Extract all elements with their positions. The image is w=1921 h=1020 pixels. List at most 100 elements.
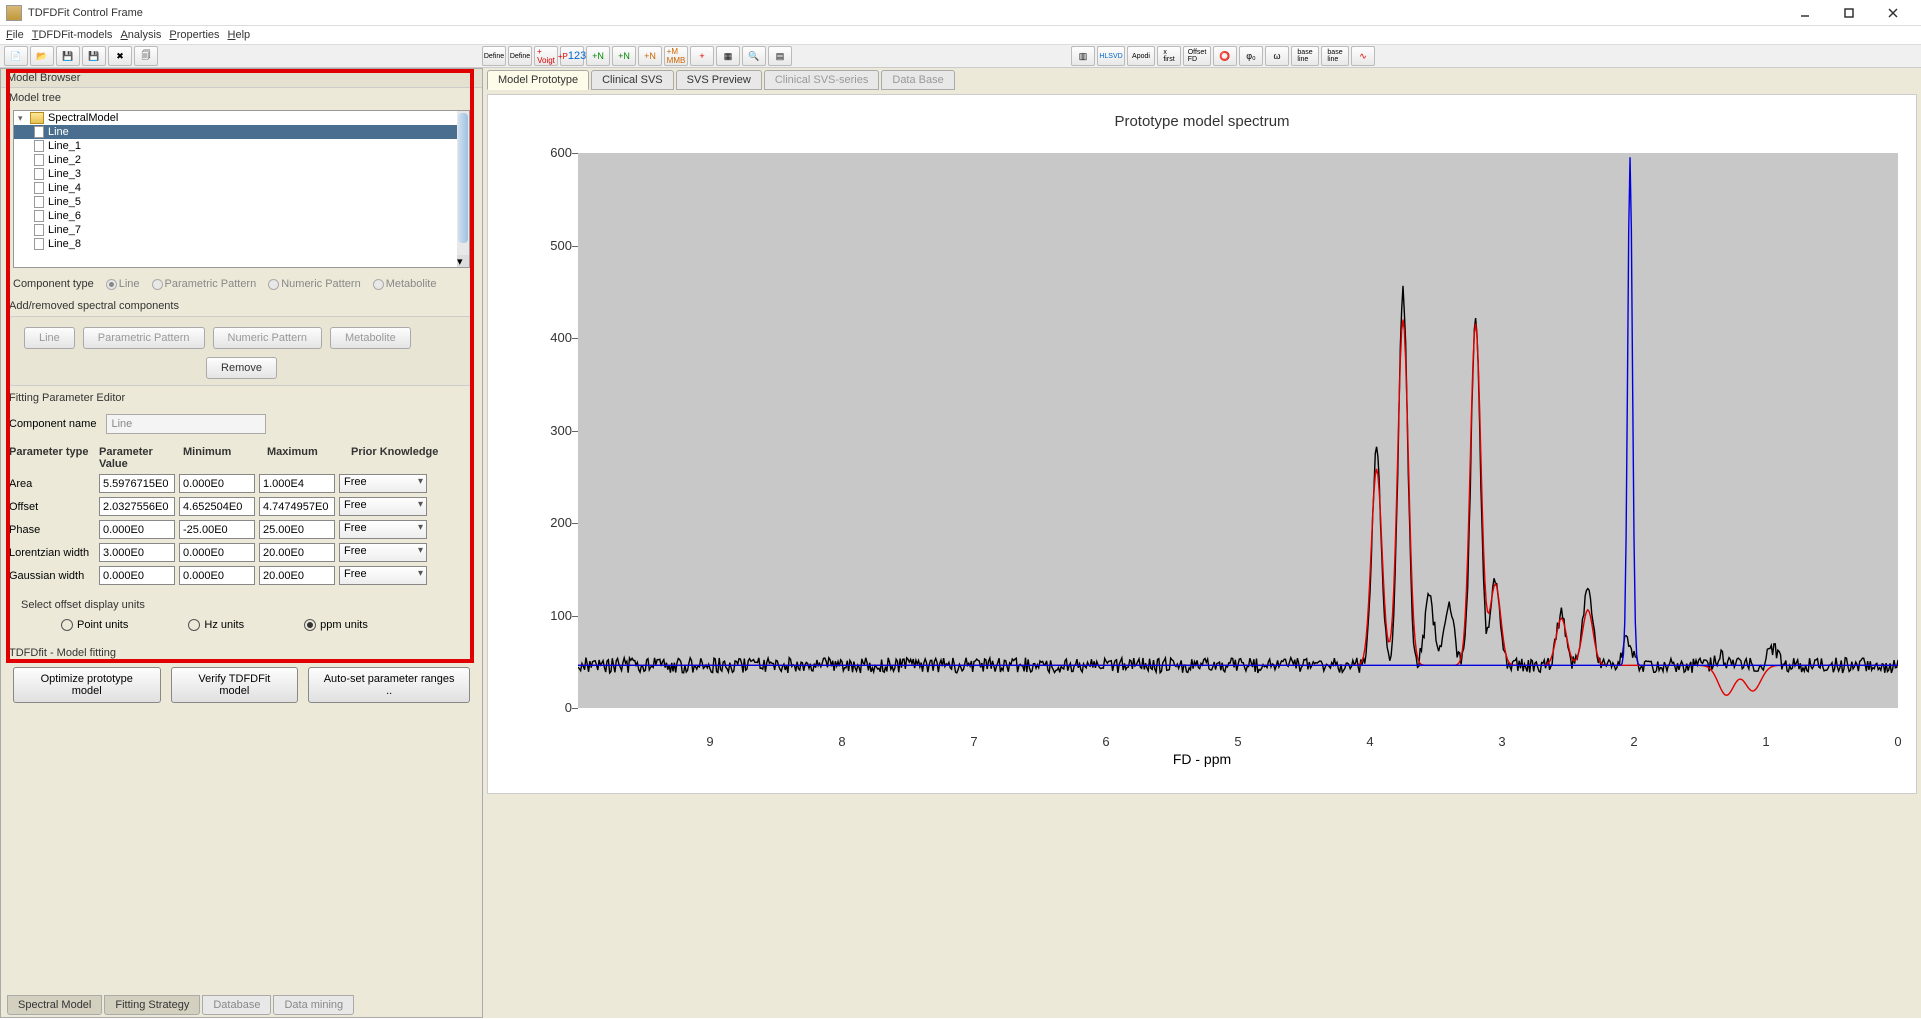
tb-t3-icon[interactable]: ▤ — [768, 46, 792, 66]
close-button[interactable] — [1871, 2, 1915, 24]
tree-item[interactable]: Line — [14, 125, 469, 139]
menu-help[interactable]: Help — [228, 29, 251, 41]
tree-item-label: Line_6 — [48, 210, 81, 222]
tree-item[interactable]: Line_2 — [14, 153, 469, 167]
tb-hlsvd-icon[interactable]: HLSVD — [1097, 46, 1125, 66]
tab-clinical-svs-series[interactable]: Clinical SVS-series — [764, 70, 880, 90]
tb-r5-icon[interactable]: OffsetFD — [1183, 46, 1211, 66]
expander-icon[interactable]: ▾ — [18, 113, 26, 124]
tree-root[interactable]: ▾ SpectralModel — [14, 111, 469, 125]
param-max-input[interactable] — [259, 497, 335, 516]
tb-r6-icon[interactable]: ⭕ — [1213, 46, 1237, 66]
model-tree[interactable]: ▾ SpectralModel Line Line_1 Line_2 Line_… — [13, 110, 470, 268]
param-prior-select[interactable]: Free — [339, 497, 427, 516]
param-min-input[interactable] — [179, 520, 255, 539]
param-min-input[interactable] — [179, 474, 255, 493]
tb-plus-p-icon[interactable]: +P123 — [560, 46, 584, 66]
tb-close-icon[interactable]: ✖ — [108, 46, 132, 66]
tb-t1-icon[interactable]: ▦ — [716, 46, 740, 66]
param-max-input[interactable] — [259, 543, 335, 562]
param-max-input[interactable] — [259, 520, 335, 539]
param-min-input[interactable] — [179, 497, 255, 516]
param-value-input[interactable] — [99, 566, 175, 585]
param-value-input[interactable] — [99, 520, 175, 539]
tab-clinical-svs[interactable]: Clinical SVS — [591, 70, 674, 90]
tb-omega-icon[interactable]: ω — [1265, 46, 1289, 66]
tb-xfirst-icon[interactable]: xfirst — [1157, 46, 1181, 66]
param-prior-select[interactable]: Free — [339, 474, 427, 493]
remove-button[interactable]: Remove — [206, 357, 277, 379]
tab-data-mining[interactable]: Data mining — [273, 995, 354, 1015]
param-min-input[interactable] — [179, 543, 255, 562]
tree-item[interactable]: Line_5 — [14, 195, 469, 209]
tab-fitting-strategy[interactable]: Fitting Strategy — [104, 995, 200, 1015]
param-value-input[interactable] — [99, 543, 175, 562]
radio-hz-units[interactable]: Hz units — [188, 619, 244, 631]
radio-point-units[interactable]: Point units — [61, 619, 128, 631]
add-pp-button[interactable]: Parametric Pattern — [83, 327, 205, 349]
tb-plus-n3-icon[interactable]: +N — [638, 46, 662, 66]
param-max-input[interactable] — [259, 566, 335, 585]
menu-file[interactable]: File — [6, 29, 24, 41]
tb-apodi-icon[interactable]: Apodi — [1127, 46, 1155, 66]
menu-models[interactable]: TDFDFit-models — [32, 29, 113, 41]
tb-define1-icon[interactable]: Define — [482, 46, 506, 66]
tb-r1-icon[interactable]: ▥ — [1071, 46, 1095, 66]
tb-new-icon[interactable]: 📄 — [4, 46, 28, 66]
y-tick-label: 400 — [538, 330, 572, 345]
tab-svs-preview[interactable]: SVS Preview — [676, 70, 762, 90]
param-value-input[interactable] — [99, 497, 175, 516]
param-min-input[interactable] — [179, 566, 255, 585]
tb-plus-n1-icon[interactable]: +N — [586, 46, 610, 66]
param-prior-select[interactable]: Free — [339, 566, 427, 585]
param-value-input[interactable] — [99, 474, 175, 493]
menu-properties[interactable]: Properties — [169, 29, 219, 41]
tree-item[interactable]: Line_6 — [14, 209, 469, 223]
file-icon — [34, 238, 44, 250]
tb-save-icon[interactable]: 💾 — [56, 46, 80, 66]
tab-database[interactable]: Database — [202, 995, 271, 1015]
param-prior-select[interactable]: Free — [339, 543, 427, 562]
tab-database-right[interactable]: Data Base — [881, 70, 954, 90]
tb-r11-icon[interactable]: ∿ — [1351, 46, 1375, 66]
verify-button[interactable]: Verify TDFDFit model — [171, 667, 299, 703]
tb-saveas-icon[interactable]: 💾 — [82, 46, 106, 66]
add-met-button[interactable]: Metabolite — [330, 327, 411, 349]
param-max-input[interactable] — [259, 474, 335, 493]
add-line-button[interactable]: Line — [24, 327, 75, 349]
tb-baseline2-icon[interactable]: baseline — [1321, 46, 1349, 66]
tb-phi-icon[interactable]: φ₀ — [1239, 46, 1263, 66]
tree-item[interactable]: Line_8 — [14, 237, 469, 251]
param-label: Lorentzian width — [9, 547, 99, 559]
radio-ppm-units[interactable]: ppm units — [304, 619, 368, 631]
tree-item[interactable]: Line_7 — [14, 223, 469, 237]
tree-scrollbar[interactable]: ▾ — [457, 111, 469, 267]
y-tick-label: 300 — [538, 423, 572, 438]
maximize-button[interactable] — [1827, 2, 1871, 24]
tb-t2-icon[interactable]: 🔍 — [742, 46, 766, 66]
tree-item[interactable]: Line_4 — [14, 181, 469, 195]
autoset-button[interactable]: Auto-set parameter ranges .. — [308, 667, 470, 703]
x-tick-label: 9 — [695, 734, 725, 749]
tb-baseline1-icon[interactable]: baseline — [1291, 46, 1319, 66]
y-tick-label: 0 — [538, 700, 572, 715]
x-axis-label: FD - ppm — [1173, 751, 1231, 767]
hdr-val: Parameter Value — [99, 446, 179, 470]
optimize-button[interactable]: Optimize prototype model — [13, 667, 161, 703]
tb-plus-m-icon[interactable]: +MMMB — [664, 46, 688, 66]
tb-open-icon[interactable]: 📂 — [30, 46, 54, 66]
tab-model-prototype[interactable]: Model Prototype — [487, 70, 589, 90]
tb-plus-icon[interactable]: + — [690, 46, 714, 66]
param-prior-select[interactable]: Free — [339, 520, 427, 539]
menu-analysis[interactable]: Analysis — [120, 29, 161, 41]
tree-item[interactable]: Line_1 — [14, 139, 469, 153]
add-np-button[interactable]: Numeric Pattern — [213, 327, 322, 349]
tb-plus-n2-icon[interactable]: +N — [612, 46, 636, 66]
tb-plus-voigt-icon[interactable]: +Voigt — [534, 46, 558, 66]
tb-print-icon[interactable]: 🗐 — [134, 46, 158, 66]
compname-input[interactable] — [106, 414, 266, 434]
tab-spectral-model[interactable]: Spectral Model — [7, 995, 102, 1015]
tree-item[interactable]: Line_3 — [14, 167, 469, 181]
minimize-button[interactable] — [1783, 2, 1827, 24]
tb-define2-icon[interactable]: Define — [508, 46, 532, 66]
